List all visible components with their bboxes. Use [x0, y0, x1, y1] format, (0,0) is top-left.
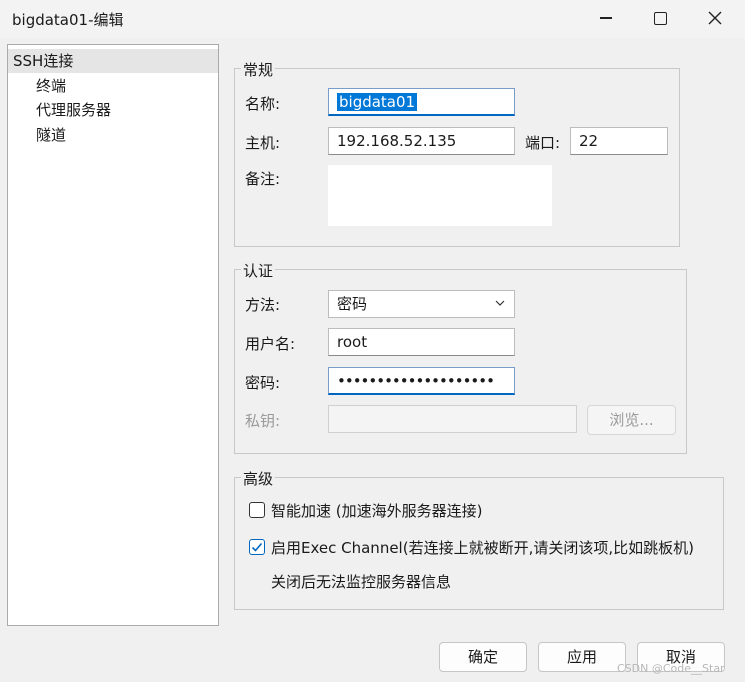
note-label: 备注: — [245, 170, 281, 188]
title-bar: bigdata01-编辑 — [0, 0, 745, 38]
password-label: 密码: — [245, 374, 281, 392]
minimize-button[interactable] — [583, 4, 629, 32]
tree-item-tunnel[interactable]: 隧道 — [36, 123, 66, 147]
name-input[interactable]: bigdata01 — [328, 88, 515, 116]
username-label: 用户名: — [245, 335, 296, 353]
category-tree[interactable]: SSH连接 终端 代理服务器 隧道 — [7, 44, 219, 626]
private-key-input — [328, 405, 577, 433]
exec-channel-checkbox[interactable] — [249, 539, 265, 555]
minimize-icon — [600, 17, 612, 19]
smart-accel-checkbox[interactable] — [249, 502, 265, 518]
port-input[interactable]: 22 — [570, 127, 668, 155]
apply-button[interactable]: 应用 — [538, 642, 626, 672]
name-value: bigdata01 — [337, 93, 418, 111]
tree-item-label: SSH连接 — [13, 52, 74, 70]
watermark: CSDN @Code__Star — [617, 662, 725, 675]
ok-button[interactable]: 确定 — [439, 642, 527, 672]
window-title: bigdata01-编辑 — [12, 11, 124, 29]
note-textarea[interactable] — [328, 165, 552, 226]
method-label: 方法: — [245, 296, 281, 314]
tree-item-terminal[interactable]: 终端 — [36, 74, 66, 98]
port-label: 端口: — [525, 134, 561, 152]
checkmark-icon — [251, 542, 263, 552]
private-key-label: 私钥: — [245, 412, 281, 430]
maximize-button[interactable] — [637, 4, 683, 32]
name-label: 名称: — [245, 95, 281, 113]
tree-item-proxy[interactable]: 代理服务器 — [36, 98, 111, 122]
close-button[interactable] — [692, 4, 738, 32]
method-dropdown[interactable]: 密码 — [328, 290, 515, 318]
password-input[interactable]: •••••••••••••••••••• — [328, 367, 515, 395]
general-legend: 常规 — [241, 59, 276, 80]
exec-channel-note: 关闭后无法监控服务器信息 — [271, 573, 452, 591]
username-input[interactable]: root — [328, 328, 515, 356]
method-value: 密码 — [337, 295, 368, 313]
exec-channel-label[interactable]: 启用Exec Channel(若连接上就被断开,请关闭该项,比如跳板机) — [271, 537, 694, 558]
close-icon — [708, 11, 722, 25]
auth-legend: 认证 — [241, 260, 276, 281]
host-label: 主机: — [245, 134, 281, 152]
advanced-legend: 高级 — [241, 468, 276, 489]
maximize-icon — [653, 11, 667, 25]
tree-item-ssh[interactable]: SSH连接 — [8, 49, 218, 73]
chevron-down-icon — [495, 300, 505, 306]
host-input[interactable]: 192.168.52.135 — [328, 127, 515, 155]
smart-accel-label[interactable]: 智能加速 (加速海外服务器连接) — [271, 500, 482, 521]
browse-button: 浏览... — [587, 405, 676, 435]
